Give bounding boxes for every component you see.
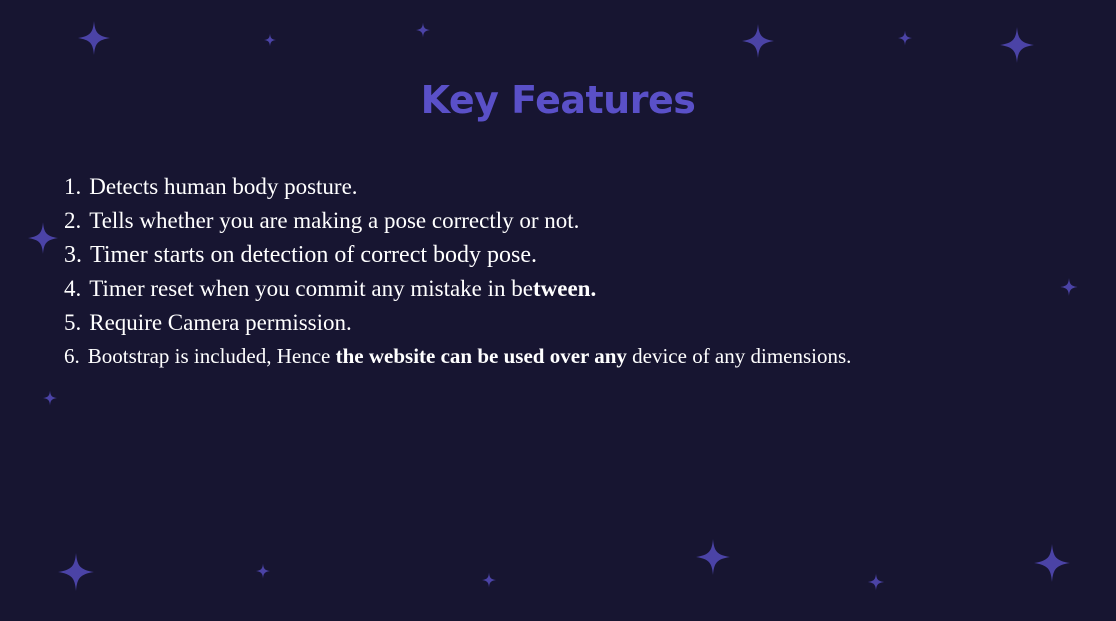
list-item-text: Require Camera permission. <box>89 310 352 335</box>
sparkle-icon <box>898 30 912 46</box>
list-item-number: 5. <box>64 310 82 335</box>
list-item-text: device of any dimensions. <box>626 344 852 368</box>
list-item-text: Tells whether you are making a pose corr… <box>89 208 580 233</box>
sparkle-icon <box>482 572 496 588</box>
list-item-number: 4. <box>64 276 82 301</box>
list-item-text: Detects human body posture. <box>89 174 358 199</box>
sparkle-icon <box>58 553 94 591</box>
sparkle-icon <box>28 222 58 254</box>
list-item: 6. Bootstrap is included, Hence the websi… <box>64 340 851 372</box>
sparkle-icon <box>1034 544 1070 582</box>
list-item-text: Timer starts on detection of correct bod… <box>90 242 538 268</box>
list-item-number: 2. <box>64 208 82 233</box>
list-item-number: 1. <box>64 174 82 199</box>
sparkle-icon <box>868 573 884 591</box>
list-item-text: Timer reset when you commit any mistake … <box>89 276 533 301</box>
list-item-bold-text: tween. <box>533 276 597 301</box>
list-item-bold-text: the website can be used over any <box>335 344 627 368</box>
list-item-number: 6. <box>64 344 80 368</box>
feature-list: 1. Detects human body posture. 2. Tells wh… <box>64 170 851 372</box>
sparkle-icon <box>742 24 774 58</box>
list-item: 2. Tells whether you are making a pose co… <box>64 204 851 238</box>
list-item-text: Bootstrap is included, Hence <box>87 344 336 368</box>
list-item: 1. Detects human body posture. <box>64 170 851 204</box>
list-item: 5. Require Camera permission. <box>64 306 851 340</box>
sparkle-icon <box>264 33 276 47</box>
sparkle-icon <box>256 563 270 579</box>
slide: Key Features 1. Detects human body postur… <box>0 0 1116 621</box>
page-title: Key Features <box>420 78 696 122</box>
sparkle-icon <box>1060 278 1078 296</box>
list-item: 3. Timer starts on detection of correct b… <box>64 238 851 272</box>
sparkle-icon <box>43 390 57 406</box>
list-item-number: 3. <box>64 242 82 268</box>
sparkle-icon <box>416 22 430 38</box>
sparkle-icon <box>78 21 110 55</box>
sparkle-icon <box>1000 27 1034 63</box>
list-item: 4. Timer reset when you commit any mistak… <box>64 272 851 306</box>
sparkle-icon <box>696 539 730 575</box>
